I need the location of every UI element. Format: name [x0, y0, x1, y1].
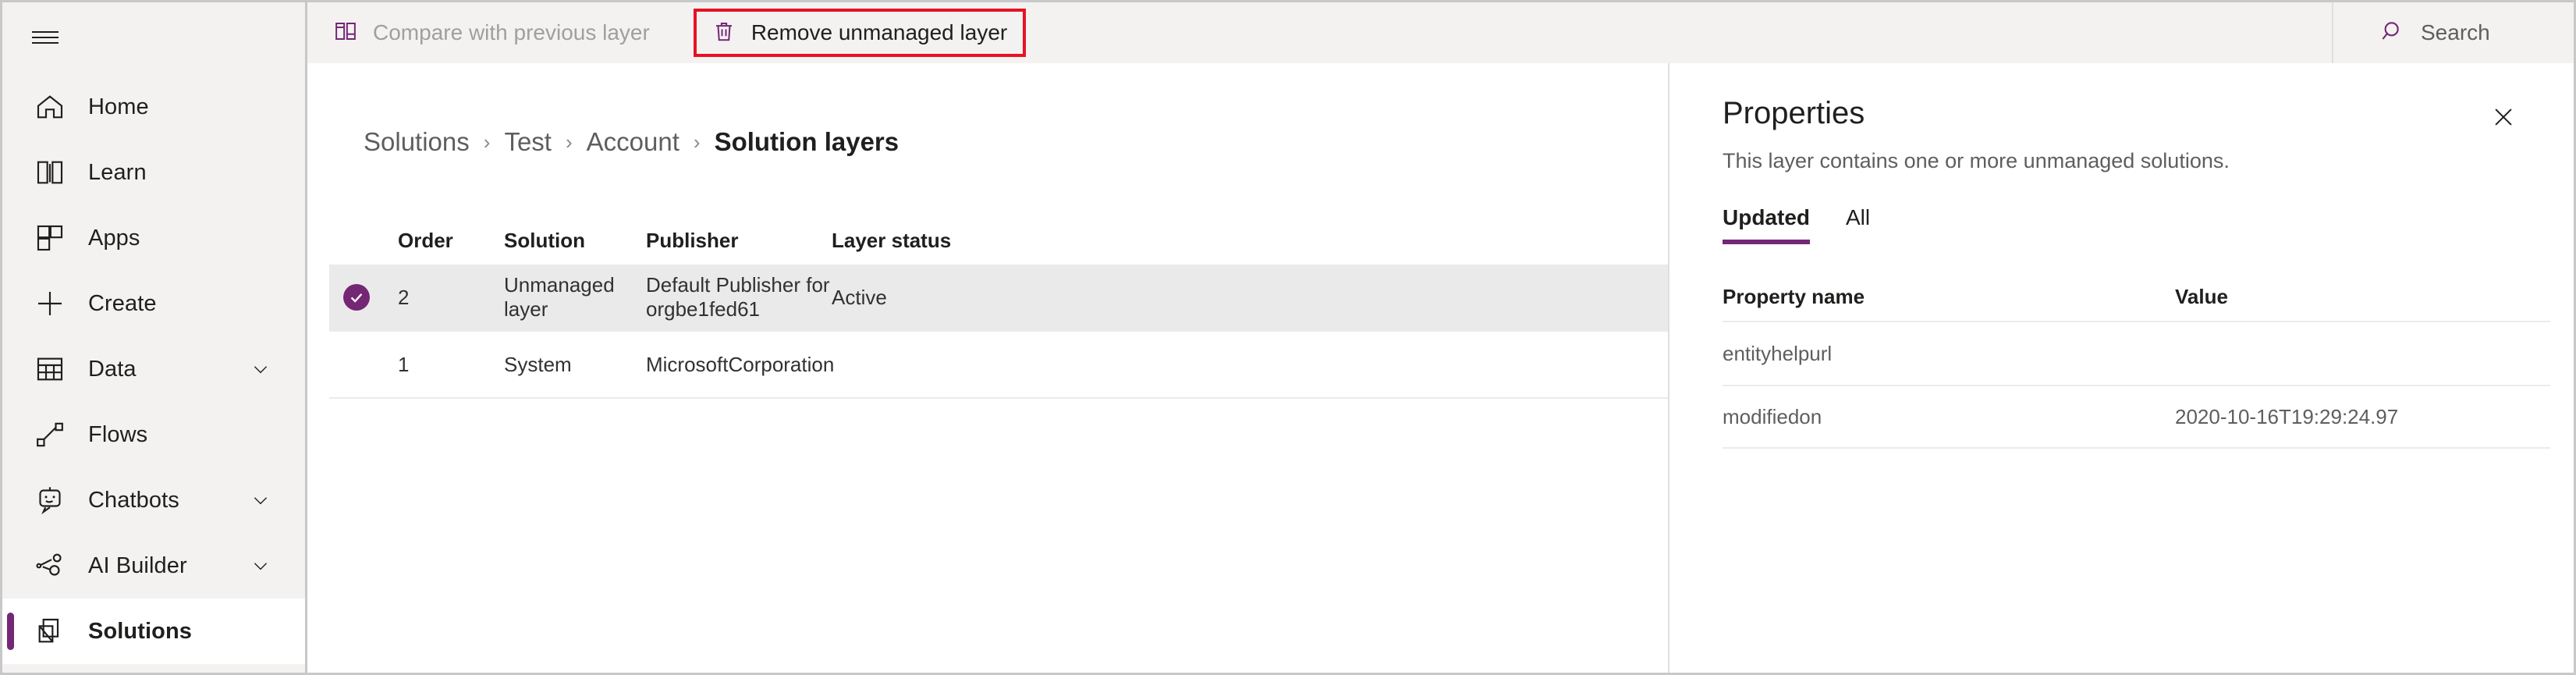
column-header-property-name: Property name — [1723, 284, 1865, 308]
column-header-solution[interactable]: Solution — [504, 229, 646, 253]
sidebar-item-label: AI Builder — [88, 552, 187, 578]
column-header-order[interactable]: Order — [389, 229, 504, 253]
flows-icon — [32, 417, 68, 453]
chevron-down-icon[interactable] — [250, 556, 271, 576]
search-input[interactable]: Search — [2332, 2, 2574, 63]
sidebar-item-label: Create — [88, 290, 157, 316]
row-select-checkbox[interactable] — [343, 284, 389, 311]
sidebar-item-label: Solutions — [88, 618, 193, 644]
breadcrumb: Solutions › Test › Account › Solution la… — [364, 127, 899, 157]
main-content: Solutions › Test › Account › Solution la… — [307, 63, 1668, 673]
sidebar: Home Learn Apps Create Data Flows Chatbo… — [2, 2, 307, 673]
sidebar-nav-list: Home Learn Apps Create Data Flows Chatbo… — [2, 74, 305, 664]
sidebar-item-learn[interactable]: Learn — [2, 140, 305, 205]
plus-icon — [32, 286, 68, 322]
ai-builder-icon — [32, 548, 68, 584]
column-header-publisher[interactable]: Publisher — [646, 229, 832, 253]
solution-layers-table: Order Solution Publisher Layer status 2 … — [329, 216, 1668, 399]
properties-table: Property name Value entityhelpurl modifi… — [1723, 272, 2550, 449]
apps-grid-icon — [32, 220, 68, 256]
cell-layer-status: Active — [832, 285, 887, 309]
cell-solution: Unmanaged layer — [504, 273, 615, 321]
hamburger-icon[interactable] — [21, 13, 69, 62]
properties-title: Properties — [1723, 96, 1865, 130]
sidebar-item-data[interactable]: Data — [2, 336, 305, 402]
cell-order: 2 — [398, 285, 410, 309]
column-header-layer-status[interactable]: Layer status — [832, 229, 988, 253]
breadcrumb-separator: › — [565, 130, 573, 154]
compare-with-previous-layer-button[interactable]: Compare with previous layer — [317, 9, 667, 57]
check-circle-icon — [343, 284, 370, 311]
breadcrumb-item-test[interactable]: Test — [504, 127, 552, 157]
sidebar-item-label: Learn — [88, 159, 147, 185]
sidebar-item-chatbots[interactable]: Chatbots — [2, 467, 305, 533]
sidebar-item-solutions[interactable]: Solutions — [2, 599, 305, 664]
close-icon[interactable] — [2485, 98, 2522, 136]
properties-row[interactable]: modifiedon 2020-10-16T19:29:24.97 — [1723, 385, 2550, 449]
table-row[interactable]: 1 System MicrosoftCorporation — [329, 332, 1668, 399]
properties-subtitle: This layer contains one or more unmanage… — [1723, 149, 2230, 172]
sidebar-item-create[interactable]: Create — [2, 271, 305, 336]
properties-row[interactable]: entityhelpurl — [1723, 321, 2550, 385]
breadcrumb-item-solutions[interactable]: Solutions — [364, 127, 470, 157]
sidebar-item-home[interactable]: Home — [2, 74, 305, 140]
sidebar-item-label: Data — [88, 356, 137, 382]
command-bar: Compare with previous layer Remove unman… — [307, 2, 2574, 63]
solutions-icon — [32, 613, 68, 649]
tab-updated[interactable]: Updated — [1723, 205, 1810, 244]
cell-publisher: Default Publisher for orgbe1fed61 — [646, 273, 830, 321]
hamburger-bar — [32, 41, 59, 44]
remove-unmanaged-layer-button[interactable]: Remove unmanaged layer — [693, 9, 1027, 57]
cell-publisher: MicrosoftCorporation — [646, 352, 835, 376]
cell-property-name: modifiedon — [1723, 404, 1822, 428]
tab-all[interactable]: All — [1846, 205, 1870, 244]
sidebar-item-label: Flows — [88, 421, 148, 447]
cell-property-value: 2020-10-16T19:29:24.97 — [2175, 404, 2399, 428]
breadcrumb-separator: › — [483, 130, 491, 154]
properties-panel: Properties This layer contains one or mo… — [1668, 63, 2574, 673]
hamburger-bar — [32, 36, 59, 39]
column-header-value: Value — [2175, 284, 2228, 308]
properties-tabs: Updated All — [1723, 205, 1906, 244]
sidebar-item-flows[interactable]: Flows — [2, 402, 305, 467]
chevron-down-icon[interactable] — [250, 359, 271, 379]
chevron-down-icon[interactable] — [250, 490, 271, 510]
trash-icon — [712, 20, 736, 47]
compare-with-previous-layer-label: Compare with previous layer — [373, 20, 650, 44]
search-label: Search — [2421, 20, 2490, 44]
remove-unmanaged-layer-label: Remove unmanaged layer — [750, 20, 1008, 44]
breadcrumb-separator: › — [693, 130, 701, 154]
app-window: Home Learn Apps Create Data Flows Chatbo… — [0, 0, 2576, 675]
book-icon — [32, 155, 68, 190]
table-icon — [32, 351, 68, 387]
cell-order: 1 — [398, 352, 410, 376]
compare-layers-icon — [334, 20, 357, 47]
chatbot-icon — [32, 482, 68, 518]
properties-header-row: Property name Value — [1723, 272, 2550, 321]
sidebar-item-label: Chatbots — [88, 487, 179, 513]
sidebar-item-ai-builder[interactable]: AI Builder — [2, 533, 305, 599]
page-title: Solution layers — [714, 127, 899, 156]
search-icon — [2380, 19, 2405, 48]
sidebar-item-label: Apps — [88, 225, 140, 250]
sidebar-item-apps[interactable]: Apps — [2, 205, 305, 271]
sidebar-item-label: Home — [88, 94, 149, 119]
home-icon — [32, 89, 68, 125]
cell-property-name: entityhelpurl — [1723, 341, 1833, 365]
table-row[interactable]: 2 Unmanaged layer Default Publisher for … — [329, 265, 1668, 332]
breadcrumb-item-account[interactable]: Account — [587, 127, 679, 157]
hamburger-bar — [32, 30, 59, 34]
table-header-row: Order Solution Publisher Layer status — [329, 216, 1668, 265]
cell-solution: System — [504, 352, 572, 376]
